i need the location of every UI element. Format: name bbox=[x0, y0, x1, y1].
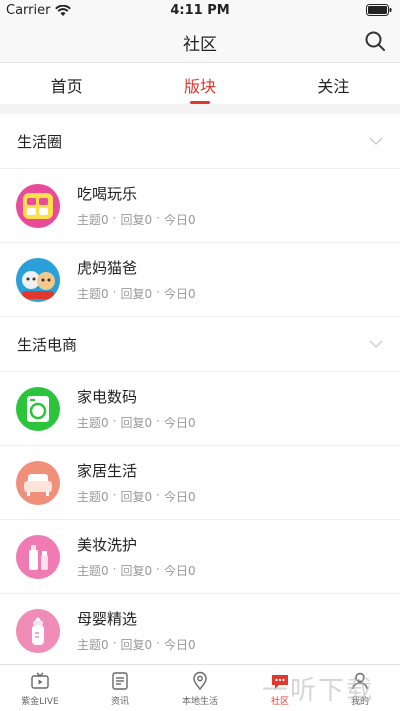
forum-stats: 主题0 · 回复0 · 今日0 bbox=[77, 562, 196, 579]
separator-dot: · bbox=[156, 562, 160, 576]
status-time: 4:11 PM bbox=[170, 3, 230, 18]
bottom-tab-news[interactable]: 资讯 bbox=[80, 665, 160, 711]
reply-count: 回复0 bbox=[120, 213, 153, 227]
food-fun-icon bbox=[16, 183, 60, 228]
reply-count: 回复0 bbox=[120, 490, 153, 504]
today-count: 今日0 bbox=[163, 490, 196, 504]
separator-dot: · bbox=[112, 211, 117, 225]
forum-item-cosmetics[interactable]: 美妆洗护 主题0 · 回复0 · 今日0 bbox=[0, 520, 400, 594]
separator-dot: · bbox=[112, 488, 117, 502]
topic-count: 主题0 bbox=[77, 213, 109, 227]
reply-count: 回复0 bbox=[120, 638, 153, 652]
chevron-down-icon bbox=[369, 137, 383, 145]
baby-bottle-icon bbox=[16, 608, 60, 653]
tab-forums[interactable]: 版块 bbox=[133, 63, 266, 104]
location-pin-icon bbox=[193, 671, 207, 691]
reply-count: 回复0 bbox=[120, 287, 153, 301]
separator-dot: · bbox=[112, 285, 117, 299]
forum-item-food-fun[interactable]: 吃喝玩乐 主题0 · 回复0 · 今日0 bbox=[0, 169, 400, 243]
forum-name: 虎妈猫爸 bbox=[77, 259, 138, 277]
forum-stats: 主题0 · 回复0 · 今日0 bbox=[77, 285, 196, 302]
today-count: 今日0 bbox=[163, 564, 196, 578]
today-count: 今日0 bbox=[163, 416, 196, 430]
forum-stats: 主题0 · 回复0 · 今日0 bbox=[77, 636, 196, 653]
topic-count: 主题0 bbox=[77, 416, 109, 430]
separator-dot: · bbox=[112, 636, 117, 650]
forum-text: 吃喝玩乐 主题0 · 回复0 · 今日0 bbox=[77, 183, 196, 228]
forum-name: 家电数码 bbox=[77, 388, 138, 406]
forum-text: 美妆洗护 主题0 · 回复0 · 今日0 bbox=[77, 534, 196, 579]
washing-machine-icon bbox=[16, 386, 60, 431]
topic-count: 主题0 bbox=[77, 638, 109, 652]
battery-icon bbox=[366, 4, 392, 16]
forum-name: 吃喝玩乐 bbox=[77, 185, 138, 203]
forum-item-home-living[interactable]: 家居生活 主题0 · 回复0 · 今日0 bbox=[0, 446, 400, 520]
bottom-tab-label: 紫金LIVE bbox=[21, 697, 59, 707]
today-count: 今日0 bbox=[163, 287, 196, 301]
cosmetics-icon bbox=[16, 534, 60, 579]
separator-dot: · bbox=[112, 414, 117, 428]
separator-dot: · bbox=[156, 285, 160, 299]
topic-count: 主题0 bbox=[77, 564, 109, 578]
page-title: 社区 bbox=[183, 35, 217, 55]
topic-count: 主题0 bbox=[77, 287, 109, 301]
tiger-cat-icon bbox=[16, 257, 60, 302]
tab-following[interactable]: 关注 bbox=[267, 63, 400, 104]
forum-name: 美妆洗护 bbox=[77, 536, 138, 554]
separator-dot: · bbox=[156, 488, 160, 502]
bottom-tab-live[interactable]: 紫金LIVE bbox=[0, 665, 80, 711]
forum-text: 家居生活 主题0 · 回复0 · 今日0 bbox=[77, 460, 196, 505]
forum-name: 家居生活 bbox=[77, 462, 138, 480]
separator-dot: · bbox=[112, 562, 117, 576]
separator-dot: · bbox=[156, 636, 160, 650]
section-title: 生活圈 bbox=[17, 132, 63, 151]
forum-list: 生活圈 吃喝玩乐 主题0 · 回复0 · 今日0 虎妈猫爸 主题0 · 回复0 · 今日… bbox=[0, 114, 400, 668]
section-header-life-circle[interactable]: 生活圈 bbox=[0, 114, 400, 169]
forum-stats: 主题0 · 回复0 · 今日0 bbox=[77, 488, 196, 505]
news-icon bbox=[112, 672, 128, 690]
separator-dot: · bbox=[156, 414, 160, 428]
forum-stats: 主题0 · 回复0 · 今日0 bbox=[77, 414, 196, 431]
bottom-tab-label: 本地生活 bbox=[181, 697, 218, 707]
section-header-ecommerce[interactable]: 生活电商 bbox=[0, 317, 400, 372]
status-right bbox=[366, 4, 392, 20]
tv-icon bbox=[31, 672, 49, 689]
tab-home[interactable]: 首页 bbox=[0, 63, 133, 104]
forum-item-baby[interactable]: 母婴精选 主题0 · 回复0 · 今日0 bbox=[0, 594, 400, 668]
forum-text: 母婴精选 主题0 · 回复0 · 今日0 bbox=[77, 608, 196, 653]
top-tabs: 首页 版块 关注 bbox=[0, 62, 400, 104]
forum-item-tiger-cat[interactable]: 虎妈猫爸 主题0 · 回复0 · 今日0 bbox=[0, 243, 400, 317]
bottom-tab-local[interactable]: 本地生活 bbox=[160, 665, 240, 711]
status-bar: Carrier 4:11 PM bbox=[0, 0, 400, 20]
forum-text: 虎妈猫爸 主题0 · 回复0 · 今日0 bbox=[77, 257, 196, 302]
forum-name: 母婴精选 bbox=[77, 610, 138, 628]
reply-count: 回复0 bbox=[120, 416, 153, 430]
chevron-down-icon bbox=[369, 340, 383, 348]
forum-text: 家电数码 主题0 · 回复0 · 今日0 bbox=[77, 386, 196, 431]
forum-item-appliances[interactable]: 家电数码 主题0 · 回复0 · 今日0 bbox=[0, 372, 400, 446]
watermark: 一听下载 bbox=[262, 676, 375, 706]
sofa-icon bbox=[16, 460, 60, 505]
today-count: 今日0 bbox=[163, 213, 196, 227]
bottom-tab-label: 资讯 bbox=[110, 697, 129, 707]
reply-count: 回复0 bbox=[120, 564, 153, 578]
topic-count: 主题0 bbox=[77, 490, 109, 504]
separator-dot: · bbox=[156, 211, 160, 225]
section-title: 生活电商 bbox=[17, 335, 78, 354]
nav-bar: 社区 bbox=[0, 20, 400, 62]
forum-stats: 主题0 · 回复0 · 今日0 bbox=[77, 211, 196, 228]
today-count: 今日0 bbox=[163, 638, 196, 652]
search-icon[interactable] bbox=[364, 30, 386, 52]
